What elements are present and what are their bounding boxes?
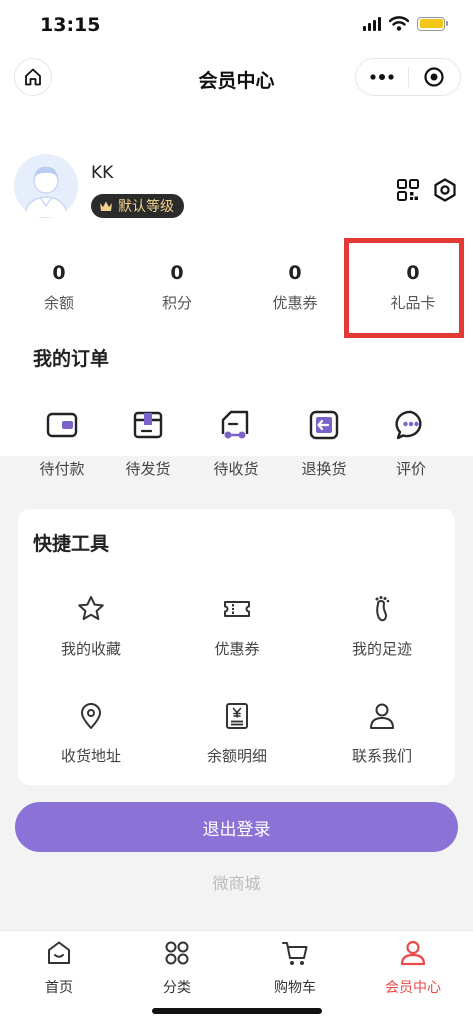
home-tab-icon [48,941,70,964]
order-pending-shipment[interactable]: 待发货 [113,408,183,479]
tab-label: 购物车 [274,980,316,996]
wallet-icon [46,412,78,438]
tool-label: 联系我们 [351,747,412,765]
return-icon [309,410,339,440]
orders-section-title: 我的订单 [33,348,110,370]
tab-cart[interactable]: 购物车 [236,939,354,997]
order-label: 评价 [395,460,426,478]
stat-value: 0 [170,262,184,284]
user-icon [400,940,426,966]
tab-label: 会员中心 [385,980,441,996]
status-bar: 13:15 [0,0,473,52]
settings-icon [434,178,456,202]
order-label: 退换货 [301,460,347,478]
status-icons [363,16,448,31]
stat-value: 0 [288,262,302,284]
truck-icon [221,410,249,439]
package-icon [133,411,163,439]
tool-favorites[interactable]: 我的收藏 [18,594,164,659]
tab-member-center[interactable]: 会员中心 [354,939,472,997]
settings-button[interactable] [432,177,458,203]
nav-bar: 会员中心 [0,52,473,104]
stat-value: 0 [52,262,66,284]
tool-coupons[interactable]: 优惠券 [164,594,310,659]
tool-label: 收货地址 [60,747,121,765]
tool-label: 优惠券 [214,640,260,658]
qrcode-button[interactable] [396,178,420,202]
tool-addresses[interactable]: 收货地址 [18,701,164,766]
order-pending-receipt[interactable]: 待收货 [201,408,271,479]
battery-icon [417,16,448,31]
tool-label: 余额明细 [206,747,267,765]
stat-balance[interactable]: 0 余额 [0,262,118,313]
order-label: 待付款 [39,460,85,478]
ticket-icon [224,601,250,617]
cart-icon [282,942,308,965]
tool-label: 我的收藏 [60,640,121,658]
category-icon [165,941,189,965]
tab-label: 首页 [45,980,73,996]
logout-button[interactable]: 退出登录 [15,802,458,852]
person-icon [370,703,394,729]
home-indicator [152,1008,322,1014]
tool-label: 我的足迹 [351,640,412,658]
avatar[interactable] [14,154,78,218]
wifi-icon [389,16,409,31]
tools-section-title: 快捷工具 [33,533,110,555]
member-level-badge[interactable]: 默认等级 [91,194,184,218]
stat-label: 余额 [43,294,74,312]
order-pending-payment[interactable]: 待付款 [27,408,97,479]
quick-tools-card: 快捷工具 我的收藏 优惠券 我的足迹 收货地址 余额明细 联系我们 [18,509,455,785]
status-time: 13:15 [40,14,101,36]
tool-footprints[interactable]: 我的足迹 [309,594,455,659]
stat-label: 优惠券 [272,294,318,312]
order-reviews[interactable]: 评价 [376,408,446,479]
highlight-box [344,238,464,338]
more-icon [370,74,394,80]
signal-icon [363,16,381,31]
footprint-icon [375,596,390,622]
tab-label: 分类 [163,980,191,996]
qrcode-icon [397,179,419,201]
stat-coupons[interactable]: 0 优惠券 [236,262,354,313]
member-level-label: 默认等级 [118,199,174,215]
footer-brand: 微商城 [212,874,261,893]
location-icon [81,703,101,729]
mini-program-capsule [355,58,461,96]
tool-contact-us[interactable]: 联系我们 [309,701,455,766]
tab-category[interactable]: 分类 [118,939,236,997]
more-button[interactable] [356,59,408,95]
order-label: 待收货 [213,460,259,478]
tab-home[interactable]: 首页 [0,939,118,997]
order-returns[interactable]: 退换货 [289,408,359,479]
order-label: 待发货 [125,460,171,478]
stat-points[interactable]: 0 积分 [118,262,236,313]
close-button[interactable] [409,59,461,95]
username: KK [91,163,114,183]
receipt-icon [226,703,248,729]
crown-icon [100,201,112,211]
star-icon [78,596,104,620]
tool-balance-details[interactable]: 余额明细 [164,701,310,766]
stat-label: 积分 [161,294,192,312]
comment-icon [395,410,422,440]
close-target-icon [424,67,444,87]
